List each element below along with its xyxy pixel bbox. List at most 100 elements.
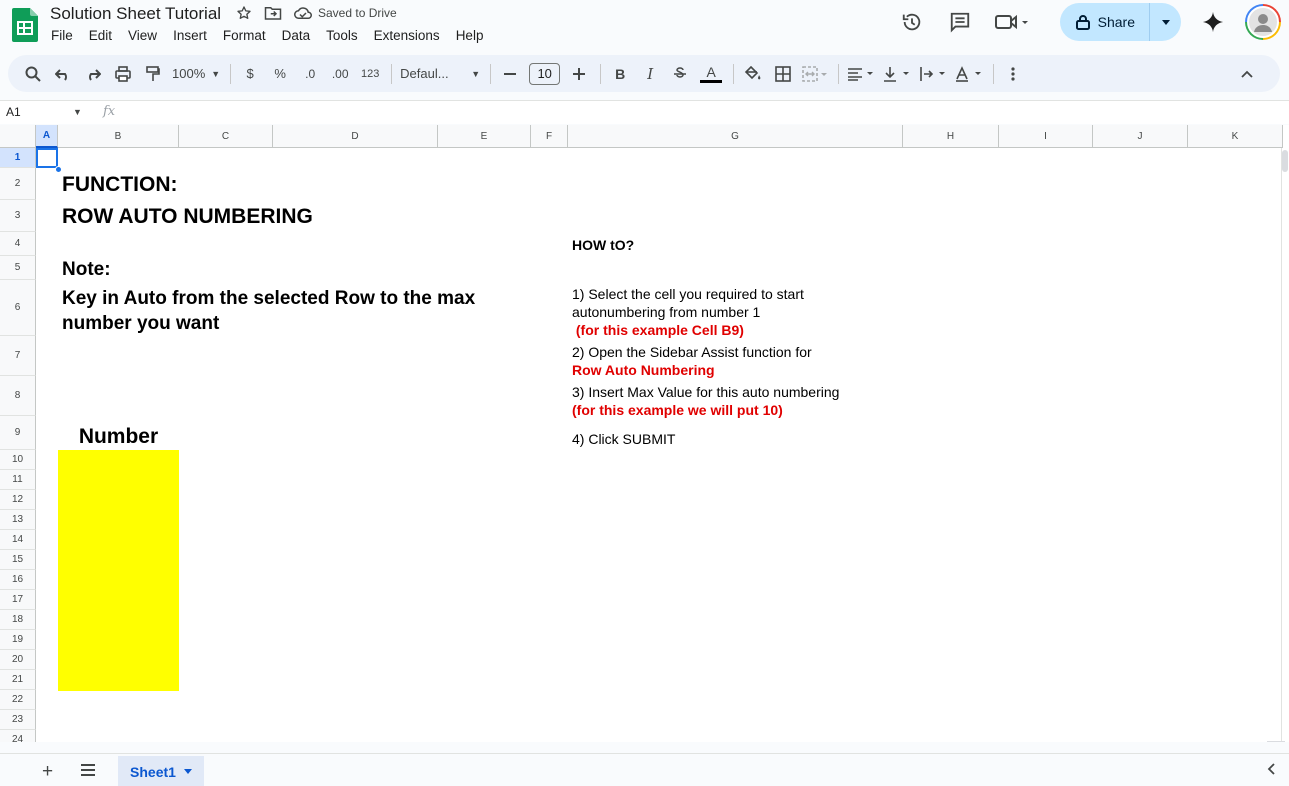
all-sheets-icon[interactable]: [80, 763, 96, 781]
vertical-scrollbar[interactable]: [1281, 148, 1289, 742]
function-label[interactable]: FUNCTION:: [62, 172, 177, 197]
column-header-f[interactable]: F: [531, 125, 568, 148]
row-header-6[interactable]: 6: [0, 280, 36, 336]
italic-button[interactable]: I: [639, 61, 661, 87]
step3-line1[interactable]: 3) Insert Max Value for this auto number…: [572, 383, 839, 401]
row-header-7[interactable]: 7: [0, 336, 36, 376]
row-header-22[interactable]: 22: [0, 690, 36, 710]
row-header-20[interactable]: 20: [0, 650, 36, 670]
menu-insert[interactable]: Insert: [173, 28, 214, 43]
row-header-8[interactable]: 8: [0, 376, 36, 416]
font-size-input[interactable]: 10: [529, 61, 561, 87]
redo-icon[interactable]: [82, 61, 104, 87]
name-box[interactable]: A1: [6, 105, 21, 119]
scroll-arrows-icon[interactable]: ◂ ▸: [1266, 741, 1285, 742]
strikethrough-icon[interactable]: [669, 61, 691, 87]
menu-help[interactable]: Help: [456, 28, 491, 43]
row-header-16[interactable]: 16: [0, 570, 36, 590]
bold-button[interactable]: B: [609, 61, 631, 87]
number-header[interactable]: Number: [58, 424, 179, 449]
column-header-a[interactable]: A: [36, 125, 58, 148]
row-header-1[interactable]: 1: [0, 148, 36, 168]
column-header-g[interactable]: G: [568, 125, 903, 148]
step4[interactable]: 4) Click SUBMIT: [572, 430, 675, 448]
number-format-button[interactable]: 123: [359, 61, 381, 87]
cloud-saved-icon[interactable]: [294, 6, 312, 20]
menu-tools[interactable]: Tools: [326, 28, 365, 43]
row-header-23[interactable]: 23: [0, 710, 36, 730]
row-header-3[interactable]: 3: [0, 200, 36, 232]
row-header-24[interactable]: 24: [0, 730, 36, 742]
merge-cells-icon[interactable]: [802, 61, 828, 87]
version-history-icon[interactable]: [894, 4, 930, 40]
menu-edit[interactable]: Edit: [89, 28, 119, 43]
step3-example[interactable]: (for this example we will put 10): [572, 401, 783, 419]
decrease-font-size-icon[interactable]: [499, 61, 521, 87]
menu-extensions[interactable]: Extensions: [374, 28, 447, 43]
row-header-2[interactable]: 2: [0, 168, 36, 200]
text-color-button[interactable]: A: [699, 61, 723, 87]
column-header-e[interactable]: E: [438, 125, 531, 148]
row-header-19[interactable]: 19: [0, 630, 36, 650]
menu-file[interactable]: File: [51, 28, 80, 43]
row-header-13[interactable]: 13: [0, 510, 36, 530]
sheet-tab-active[interactable]: Sheet1: [118, 756, 204, 786]
sheet-grid[interactable]: ABCDEFGHIJK 1 2 3 4 5 6 7 8 9 10 11 12 13 14 15 16 17 18 1…: [0, 125, 1289, 742]
vertical-scroll-thumb[interactable]: [1282, 150, 1288, 172]
row-header-21[interactable]: 21: [0, 670, 36, 690]
row-header-5[interactable]: 5: [0, 256, 36, 280]
share-dropdown-button[interactable]: [1149, 3, 1181, 41]
undo-icon[interactable]: [52, 61, 74, 87]
note-label[interactable]: Note:: [62, 257, 111, 282]
menu-view[interactable]: View: [128, 28, 164, 43]
row-header-17[interactable]: 17: [0, 590, 36, 610]
horizontal-align-icon[interactable]: [847, 61, 875, 87]
step1-example[interactable]: (for this example Cell B9): [572, 321, 744, 339]
formula-input[interactable]: [130, 105, 1270, 121]
gemini-sparkle-icon[interactable]: [1195, 4, 1231, 40]
selected-cell-a1[interactable]: [36, 148, 58, 168]
comments-icon[interactable]: [942, 4, 978, 40]
increase-font-size-icon[interactable]: [568, 61, 590, 87]
step2-line1[interactable]: 2) Open the Sidebar Assist function for: [572, 343, 812, 361]
menu-data[interactable]: Data: [282, 28, 318, 43]
text-wrapping-icon[interactable]: [919, 61, 947, 87]
paint-format-icon[interactable]: [142, 61, 164, 87]
row-header-9[interactable]: 9: [0, 416, 36, 450]
move-folder-icon[interactable]: [264, 5, 282, 21]
increase-decimal-button[interactable]: .00: [329, 61, 351, 87]
font-family-select[interactable]: Defaul... ▼: [400, 61, 480, 87]
column-header-j[interactable]: J: [1093, 125, 1188, 148]
column-header-b[interactable]: B: [58, 125, 179, 148]
share-button[interactable]: Share: [1059, 3, 1181, 41]
horizontal-scrollbar[interactable]: ◂ ▸: [36, 741, 1289, 742]
add-sheet-icon[interactable]: +: [42, 761, 53, 783]
column-header-d[interactable]: D: [273, 125, 438, 148]
menu-format[interactable]: Format: [223, 28, 273, 43]
row-header-10[interactable]: 10: [0, 450, 36, 470]
row-header-4[interactable]: 4: [0, 232, 36, 256]
row-header-14[interactable]: 14: [0, 530, 36, 550]
meet-video-icon[interactable]: [990, 4, 1034, 40]
document-title[interactable]: Solution Sheet Tutorial: [50, 4, 221, 24]
format-percent-button[interactable]: %: [269, 61, 291, 87]
sheets-logo-icon[interactable]: [12, 8, 38, 42]
step1-line2[interactable]: autonumbering from number 1: [572, 303, 760, 321]
row-header-12[interactable]: 12: [0, 490, 36, 510]
step2-function-name[interactable]: Row Auto Numbering: [572, 361, 715, 379]
column-header-c[interactable]: C: [179, 125, 273, 148]
row-header-11[interactable]: 11: [0, 470, 36, 490]
print-icon[interactable]: [112, 61, 134, 87]
account-avatar[interactable]: [1245, 4, 1281, 40]
format-currency-button[interactable]: $: [239, 61, 261, 87]
fill-handle[interactable]: [55, 166, 62, 173]
star-icon[interactable]: [236, 5, 252, 21]
zoom-select[interactable]: 100% ▼: [172, 61, 220, 87]
decrease-decimal-button[interactable]: .0: [299, 61, 321, 87]
search-menus-icon[interactable]: [22, 61, 44, 87]
step1-line1[interactable]: 1) Select the cell you required to start: [572, 285, 804, 303]
vertical-align-icon[interactable]: [883, 61, 911, 87]
text-rotation-icon[interactable]: [955, 61, 983, 87]
collapse-menus-icon[interactable]: [1236, 61, 1258, 87]
column-header-k[interactable]: K: [1188, 125, 1283, 148]
